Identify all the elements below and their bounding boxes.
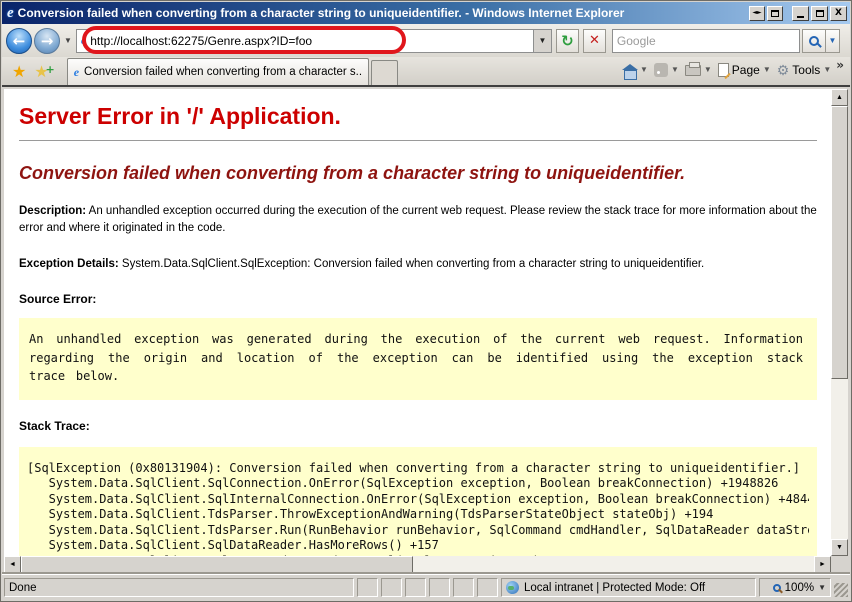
vertical-scrollbar[interactable]: ▲ ▼ — [831, 89, 848, 556]
add-favorite-icon[interactable]: ★ + — [32, 63, 58, 85]
url-input[interactable] — [90, 33, 533, 48]
plus-icon: + — [45, 63, 55, 76]
home-button[interactable] — [622, 62, 639, 80]
error-page: Server Error in '/' Application. Convers… — [4, 89, 831, 556]
status-panel — [381, 578, 402, 597]
error-page-title: Server Error in '/' Application. — [19, 103, 341, 129]
close-button[interactable]: X — [830, 5, 847, 21]
exception-details-text: System.Data.SqlClient.SqlException: Conv… — [121, 258, 705, 270]
page-menu-label: Page — [731, 62, 760, 77]
horizontal-scroll-thumb[interactable] — [21, 556, 413, 573]
popout-icon — [771, 9, 779, 17]
toolbar-overflow-button[interactable]: » — [834, 58, 848, 82]
refresh-button[interactable]: ↻ — [555, 28, 579, 53]
status-panel — [429, 578, 450, 597]
tools-menu-button[interactable]: ⚙ Tools — [777, 63, 821, 77]
maximize-icon — [815, 9, 824, 17]
tools-menu-label: Tools — [792, 62, 821, 77]
window-title: Conversion failed when converting from a… — [17, 6, 625, 20]
vertical-scroll-thumb[interactable] — [831, 106, 848, 379]
zoom-dropdown-icon[interactable]: ▼ — [818, 583, 826, 592]
zoom-control[interactable]: 100% ▼ — [759, 578, 831, 597]
page-favicon: e — [80, 33, 87, 47]
exception-details-label: Exception Details: — [19, 258, 119, 270]
exception-details-paragraph: Exception Details: System.Data.SqlClient… — [19, 256, 817, 273]
source-error-label: Source Error: — [19, 292, 97, 306]
status-panel — [357, 578, 378, 597]
search-icon — [808, 35, 819, 46]
browser-window: e Conversion failed when converting from… — [0, 0, 852, 602]
status-bar: Done Local intranet | Protected Mode: Of… — [2, 574, 850, 600]
favorites-star-icon[interactable]: ★ — [4, 65, 32, 85]
status-panel — [477, 578, 498, 597]
tools-dropdown-icon[interactable]: ▼ — [820, 65, 834, 74]
back-button[interactable]: ← — [6, 27, 32, 54]
error-message-heading: Conversion failed when converting from a… — [19, 163, 686, 183]
gear-icon: ⚙ — [776, 61, 790, 78]
resize-grip[interactable] — [834, 583, 848, 597]
scroll-up-button[interactable]: ▲ — [831, 89, 848, 106]
zoom-icon — [772, 583, 781, 592]
home-icon — [622, 63, 639, 80]
description-label: Description: — [19, 205, 87, 217]
source-error-box: An unhandled exception was generated dur… — [19, 318, 817, 400]
scroll-right-button[interactable]: ► — [814, 556, 831, 573]
description-text: An unhandled exception occurred during t… — [19, 205, 817, 234]
description-paragraph: Description: An unhandled exception occu… — [19, 203, 817, 237]
minimize-icon — [797, 15, 804, 18]
print-button[interactable] — [684, 62, 701, 76]
stack-trace-pre: [SqlException (0x80131904): Conversion f… — [27, 460, 809, 557]
titlebar-swap-button[interactable]: ◄► — [749, 5, 765, 21]
home-dropdown-icon[interactable]: ▼ — [637, 65, 651, 74]
minimize-button[interactable] — [792, 5, 809, 21]
stop-icon: ✕ — [588, 33, 600, 48]
browser-viewport: Server Error in '/' Application. Convers… — [4, 89, 848, 573]
tab-favicon: e — [73, 64, 80, 79]
zoom-level: 100% — [784, 581, 815, 594]
security-zone-text: Local intranet | Protected Mode: Off — [524, 581, 706, 594]
forward-button[interactable]: → — [34, 27, 60, 54]
status-text: Done — [4, 578, 354, 597]
search-box[interactable] — [611, 28, 800, 53]
tab-bar: ★ ★ + e Conversion failed when converting… — [2, 57, 850, 87]
print-dropdown-icon[interactable]: ▼ — [701, 65, 715, 74]
intranet-globe-icon — [506, 581, 519, 594]
scroll-left-button[interactable]: ◄ — [4, 556, 21, 573]
page-dropdown-icon[interactable]: ▼ — [760, 65, 774, 74]
feeds-dropdown-icon[interactable]: ▼ — [668, 65, 682, 74]
divider — [19, 140, 817, 141]
refresh-icon: ↻ — [561, 31, 574, 50]
title-bar: e Conversion failed when converting from… — [2, 2, 850, 24]
rss-feed-icon — [653, 62, 668, 77]
maximize-button[interactable] — [811, 5, 828, 21]
address-dropdown-button[interactable]: ▼ — [532, 29, 551, 52]
stack-trace-label: Stack Trace: — [19, 418, 90, 433]
navigation-bar: ← → ▼ e ▼ ↻ ✕ ▼ — [2, 24, 850, 57]
page-icon — [717, 62, 729, 77]
search-input[interactable] — [612, 33, 799, 48]
stack-trace-box: [SqlException (0x80131904): Conversion f… — [19, 446, 817, 557]
ie-logo-icon: e — [7, 4, 14, 21]
address-bar[interactable]: e ▼ — [75, 28, 552, 53]
status-panel — [453, 578, 474, 597]
page-menu-button[interactable]: Page — [717, 62, 760, 77]
new-tab-button[interactable] — [370, 60, 398, 85]
search-dropdown-button[interactable]: ▼ — [825, 28, 840, 53]
titlebar-popout-button[interactable] — [767, 5, 783, 21]
tab-title: Conversion failed when converting from a… — [84, 66, 362, 78]
status-panel — [405, 578, 426, 597]
security-zone-panel[interactable]: Local intranet | Protected Mode: Off — [501, 578, 756, 597]
horizontal-scrollbar[interactable]: ◄ ► — [4, 556, 831, 573]
search-button[interactable] — [801, 28, 826, 53]
history-dropdown-icon[interactable]: ▼ — [62, 36, 76, 45]
printer-icon — [684, 62, 701, 76]
tab-active[interactable]: e Conversion failed when converting from… — [66, 58, 369, 85]
feeds-button[interactable] — [653, 62, 668, 77]
scroll-down-button[interactable]: ▼ — [831, 539, 848, 556]
stop-button[interactable]: ✕ — [582, 28, 606, 53]
scrollbar-corner — [831, 556, 848, 573]
